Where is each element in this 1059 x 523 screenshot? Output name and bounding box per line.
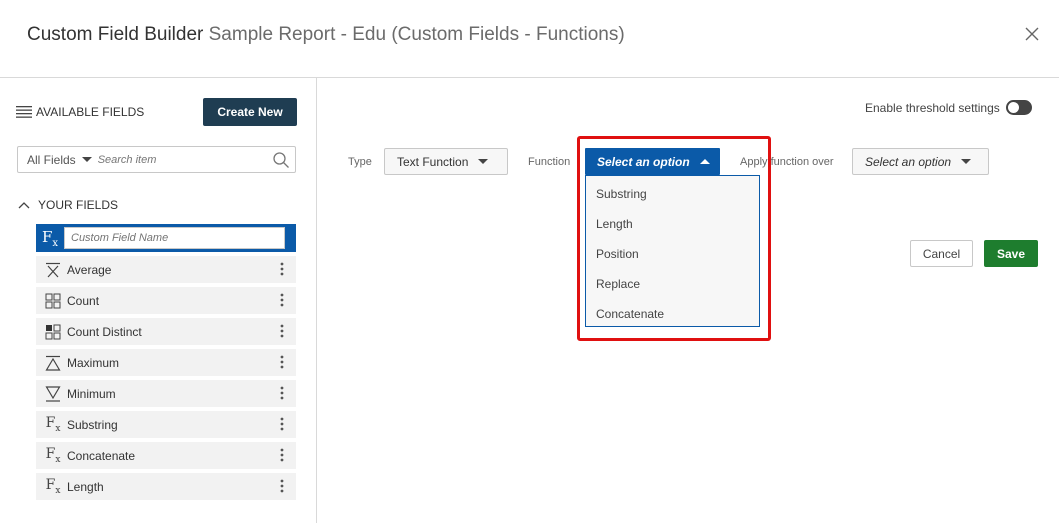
field-item-label: Minimum [67,386,116,401]
available-fields-heading: AVAILABLE FIELDS [16,105,144,119]
threshold-settings: Enable threshold settings [865,100,1032,115]
field-item-label: Concatenate [67,448,136,463]
caret-up-icon [699,159,710,164]
field-item-maximum[interactable]: Maximum [36,349,296,376]
function-option-length[interactable]: Length [586,209,759,239]
save-button[interactable]: Save [984,240,1038,267]
search-icon[interactable] [272,151,290,169]
field-item-count[interactable]: Count [36,287,296,314]
threshold-label: Enable threshold settings [865,100,1000,115]
apply-function-label: Apply function over [740,156,834,168]
caret-down-icon [81,157,92,162]
function-option-concatenate[interactable]: Concatenate [586,299,759,329]
field-item-label: Average [67,262,112,277]
field-item-average[interactable]: Average [36,256,296,283]
more-options-icon[interactable] [280,324,284,338]
minimum-icon [44,385,62,402]
create-new-button[interactable]: Create New [203,98,297,126]
function-icon: Fx [45,446,61,465]
function-option-position[interactable]: Position [586,239,759,269]
threshold-toggle[interactable] [1005,100,1032,115]
count-distinct-icon [44,324,62,340]
caret-down-icon [961,159,972,164]
search-input[interactable] [97,153,258,166]
caret-down-icon [478,159,489,164]
field-item-label: Count [67,293,100,308]
more-options-icon[interactable] [280,479,284,493]
dialog-title: Custom Field Builder Sample Report - Edu… [27,24,625,46]
your-fields-toggle[interactable]: YOUR FIELDS [18,198,118,212]
field-item-concatenate[interactable]: Fx Concatenate [36,442,296,469]
function-icon: Fx [45,477,61,496]
field-item-label: Count Distinct [67,324,142,339]
maximum-icon [44,355,62,371]
type-select-value: Text Function [397,154,469,169]
list-icon [16,106,32,118]
function-label: Function [528,156,571,168]
function-select-value: Select an option [597,154,690,169]
more-options-icon[interactable] [280,386,284,400]
field-filter-dropdown[interactable]: All Fields [18,153,92,167]
function-icon: Fx [42,227,59,249]
type-label: Type [348,156,372,168]
your-fields-list: Fx Average Count Count Distinct [36,224,296,500]
more-options-icon[interactable] [280,417,284,431]
apply-function-select[interactable]: Select an option [852,148,989,175]
function-select[interactable]: Select an option [585,148,720,175]
toggle-knob [1007,102,1019,113]
fields-sidebar: AVAILABLE FIELDS Create New All Fields Y… [0,78,317,523]
function-icon: Fx [45,415,61,434]
more-options-icon[interactable] [280,293,284,307]
type-select[interactable]: Text Function [384,148,508,175]
count-icon [44,293,62,309]
function-option-replace[interactable]: Replace [586,269,759,299]
custom-field-name-input[interactable] [64,227,285,249]
field-item-label: Length [67,479,104,494]
cancel-button[interactable]: Cancel [910,240,973,267]
field-filter-label: All Fields [27,152,76,167]
title-main: Custom Field Builder [27,24,204,45]
field-item-label: Substring [67,417,118,432]
field-item-substring[interactable]: Fx Substring [36,411,296,438]
title-report-name: Sample Report - Edu (Custom Fields - Fun… [208,24,625,45]
field-item-count-distinct[interactable]: Count Distinct [36,318,296,345]
function-dropdown: Substring Length Position Replace Concat… [585,175,760,327]
field-item-label: Maximum [67,355,120,370]
close-icon[interactable] [1021,24,1043,46]
apply-function-value: Select an option [865,154,952,169]
chevron-up-icon [18,202,30,209]
more-options-icon[interactable] [280,355,284,369]
average-icon [44,262,62,278]
field-item-length[interactable]: Fx Length [36,473,296,500]
search-bar: All Fields [17,146,296,173]
new-custom-field-row: Fx [36,224,296,252]
more-options-icon[interactable] [280,262,284,276]
function-option-substring[interactable]: Substring [586,179,759,209]
available-fields-label: AVAILABLE FIELDS [36,105,145,119]
your-fields-label: YOUR FIELDS [38,198,119,212]
field-item-minimum[interactable]: Minimum [36,380,296,407]
more-options-icon[interactable] [280,448,284,462]
dialog-header: Custom Field Builder Sample Report - Edu… [0,0,1059,78]
close-x-glyph [1025,27,1039,41]
